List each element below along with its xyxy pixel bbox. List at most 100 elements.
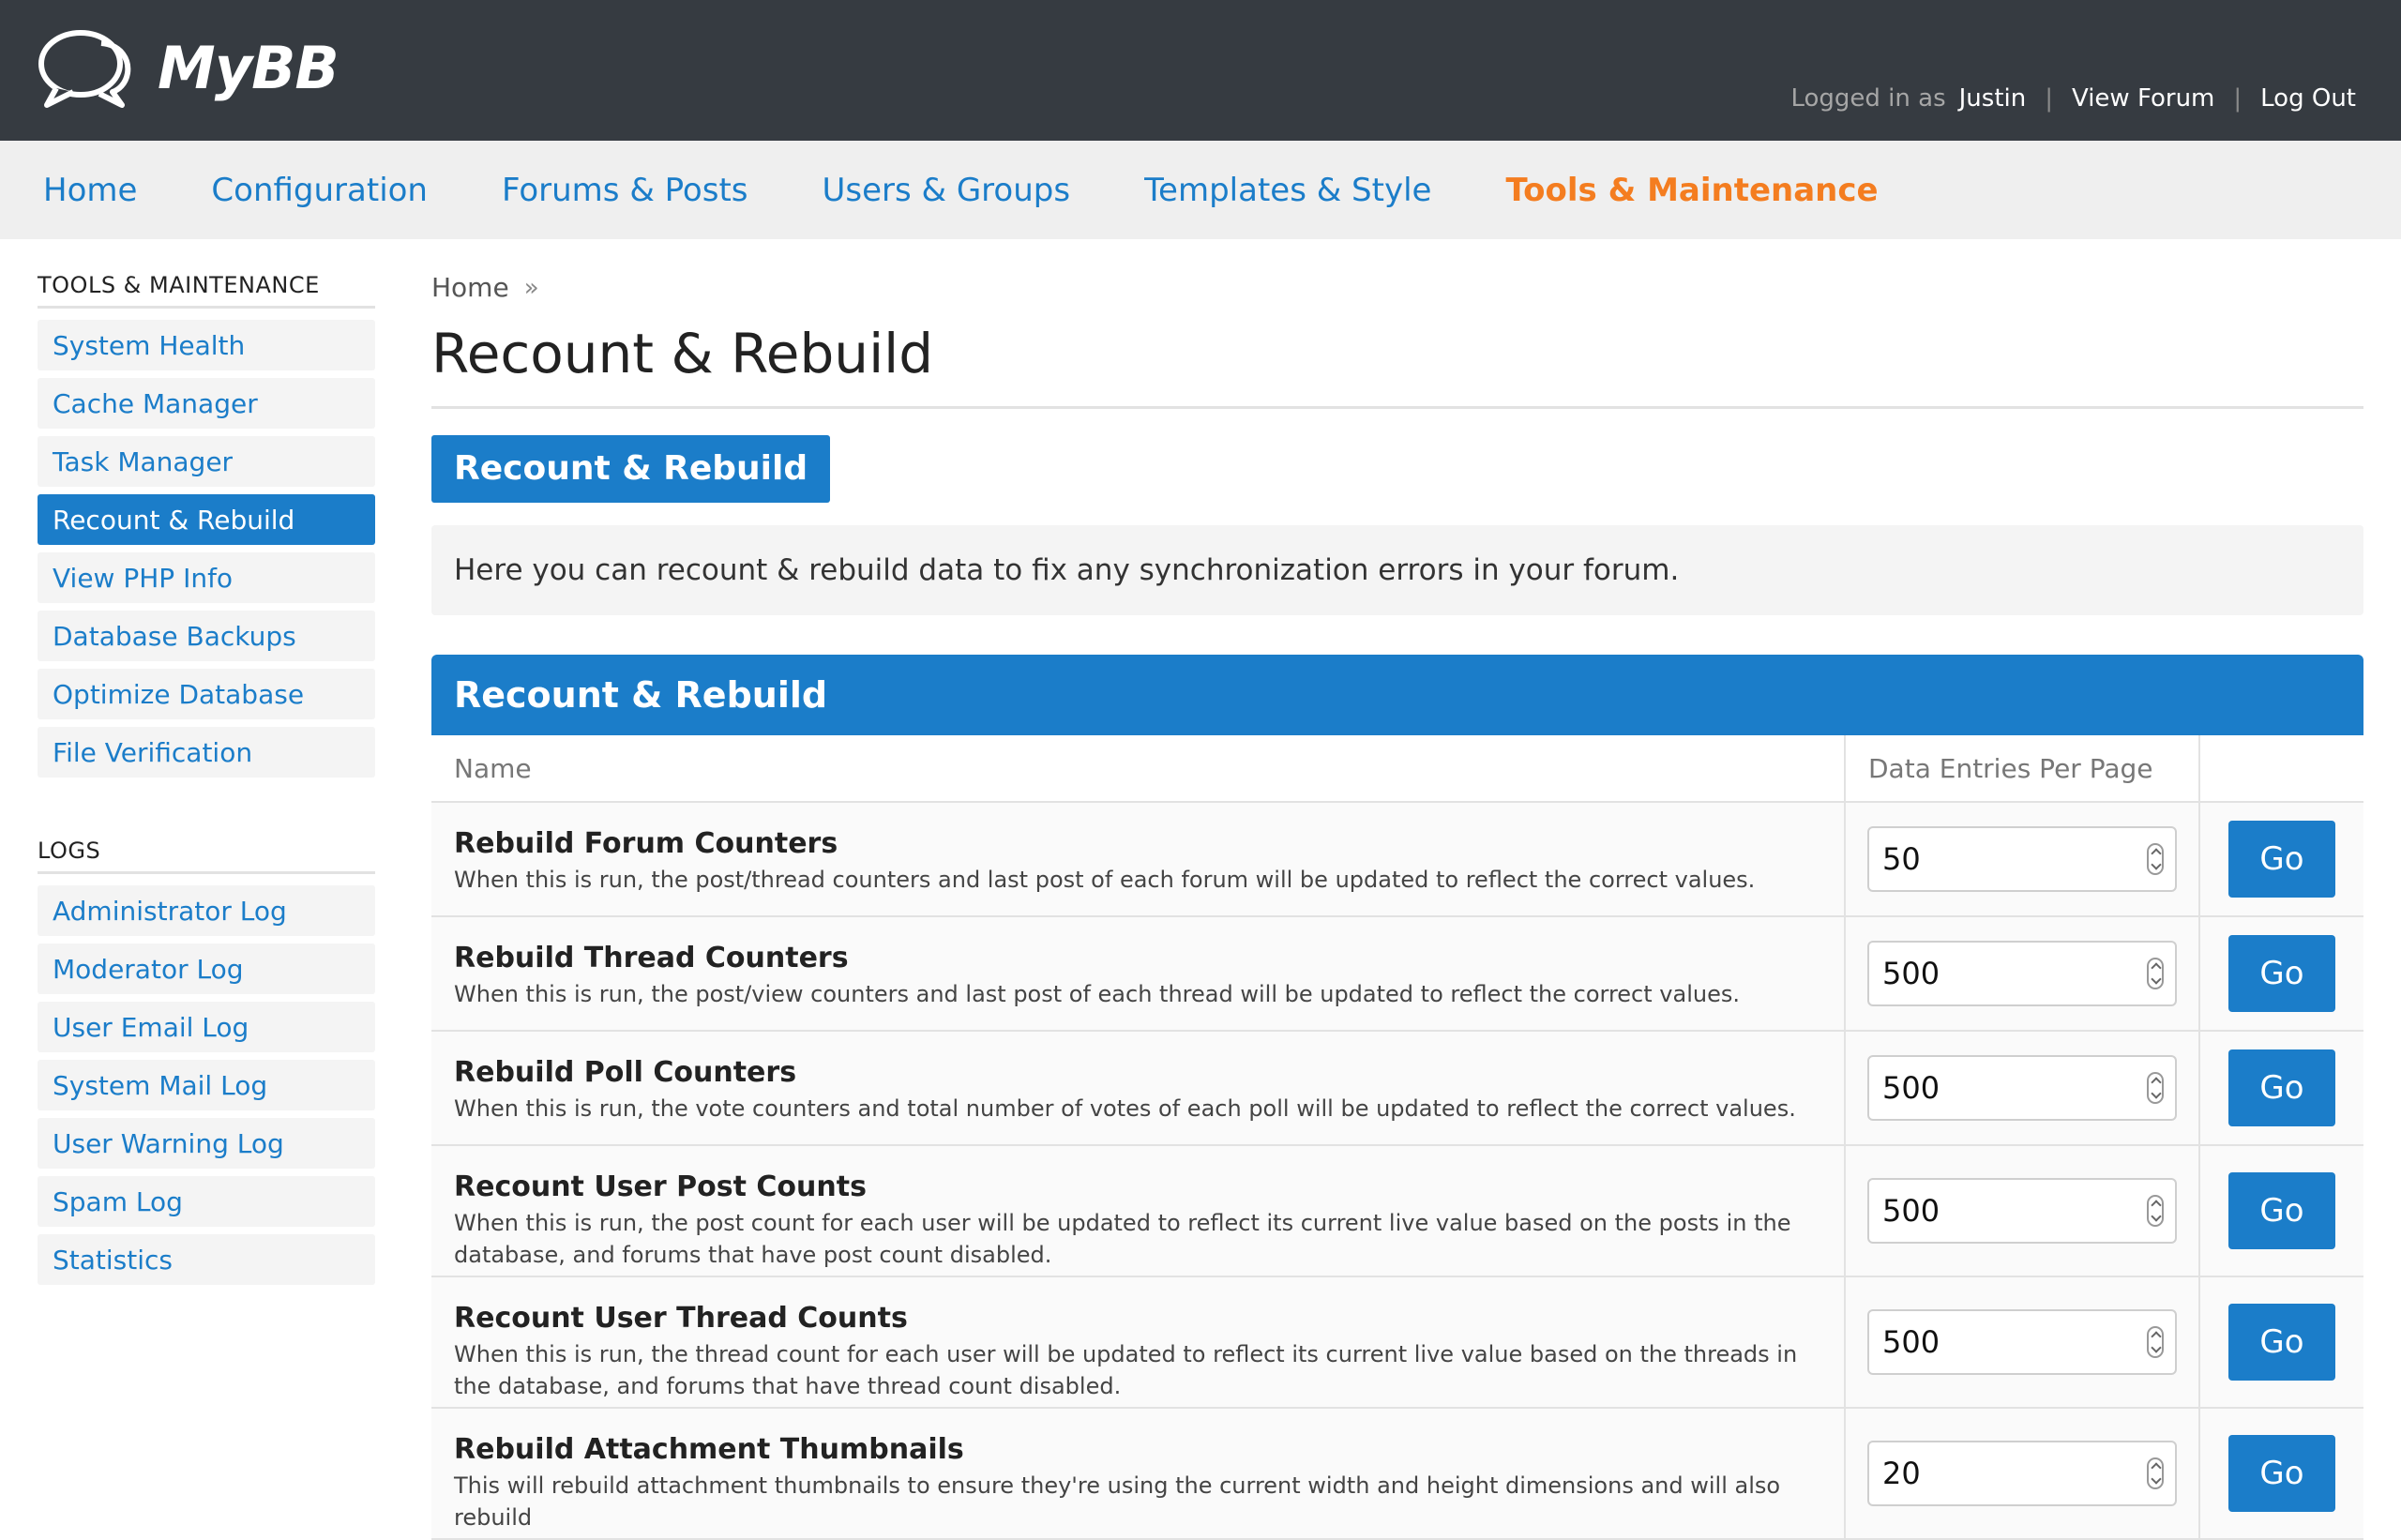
logged-in-label: Logged in as <box>1790 84 1946 113</box>
row-action-cell: Go <box>2198 917 2363 1030</box>
entries-value: 500 <box>1882 1193 1940 1229</box>
nav-forums-posts[interactable]: Forums & Posts <box>502 172 748 209</box>
sidebar-item-user-warning-log[interactable]: User Warning Log <box>38 1118 375 1169</box>
sidebar-item-file-verification[interactable]: File Verification <box>38 727 375 778</box>
entries-per-page-input[interactable]: 50 <box>1867 826 2177 892</box>
breadcrumb-home[interactable]: Home <box>431 272 509 303</box>
row-title: Rebuild Attachment Thumbnails <box>454 1433 964 1466</box>
row-title: Rebuild Poll Counters <box>454 1056 797 1089</box>
row-description: When this is run, the thread count for e… <box>454 1341 1798 1399</box>
sidebar-heading-logs: LOGS <box>38 838 375 874</box>
table-row: Recount User Post Counts When this is run… <box>431 1146 2363 1277</box>
log-out-link[interactable]: Log Out <box>2260 84 2356 113</box>
view-forum-link[interactable]: View Forum <box>2072 84 2214 113</box>
page-title: Recount & Rebuild <box>431 322 2363 409</box>
stepper-arrows-icon[interactable] <box>2147 1326 2164 1358</box>
row-name-cell: Recount User Thread Counts When this is r… <box>431 1277 1844 1407</box>
entries-value: 500 <box>1882 1324 1940 1360</box>
entries-value: 50 <box>1882 841 1921 877</box>
go-button[interactable]: Go <box>2228 821 2335 898</box>
sidebar-item-system-health[interactable]: System Health <box>38 320 375 370</box>
column-header-name: Name <box>454 752 532 784</box>
entries-per-page-input[interactable]: 20 <box>1867 1441 2177 1506</box>
sidebar-item-administrator-log[interactable]: Administrator Log <box>38 885 375 936</box>
tab-recount-rebuild[interactable]: Recount & Rebuild <box>431 435 831 503</box>
table-row: Rebuild Forum Counters When this is run, … <box>431 803 2363 917</box>
nav-home[interactable]: Home <box>43 172 137 209</box>
row-description: When this is run, the post/thread counte… <box>454 867 1756 893</box>
go-button[interactable]: Go <box>2228 935 2335 1012</box>
row-entries-cell: 500 <box>1844 917 2198 1030</box>
sidebar: TOOLS & MAINTENANCE System Health Cache … <box>38 272 375 1292</box>
intro-description: Here you can recount & rebuild data to f… <box>431 525 2363 615</box>
row-description: When this is run, the vote counters and … <box>454 1095 1796 1122</box>
brand-name: MyBB <box>158 33 340 102</box>
stepper-arrows-icon[interactable] <box>2147 1195 2164 1227</box>
row-name-cell: Rebuild Attachment Thumbnails This will r… <box>431 1409 1844 1538</box>
stepper-arrows-icon[interactable] <box>2147 1457 2164 1489</box>
sidebar-item-database-backups[interactable]: Database Backups <box>38 611 375 661</box>
row-description: This will rebuild attachment thumbnails … <box>454 1472 1781 1531</box>
stepper-arrows-icon[interactable] <box>2147 843 2164 875</box>
entries-value: 500 <box>1882 1070 1940 1106</box>
header-bar: MyBB Logged in as Justin | View Forum | … <box>0 0 2401 141</box>
row-entries-cell: 50 <box>1844 803 2198 915</box>
column-header-entries: Data Entries Per Page <box>1844 735 2198 801</box>
sidebar-item-recount-rebuild[interactable]: Recount & Rebuild <box>38 494 375 545</box>
entries-per-page-input[interactable]: 500 <box>1867 941 2177 1006</box>
row-entries-cell: 500 <box>1844 1146 2198 1276</box>
nav-tools-maintenance[interactable]: Tools & Maintenance <box>1505 172 1878 209</box>
go-button[interactable]: Go <box>2228 1172 2335 1249</box>
row-name-cell: Rebuild Thread Counters When this is run,… <box>431 917 1844 1030</box>
row-name-cell: Recount User Post Counts When this is run… <box>431 1146 1844 1276</box>
divider: | <box>2045 84 2053 113</box>
sidebar-item-user-email-log[interactable]: User Email Log <box>38 1002 375 1052</box>
go-button[interactable]: Go <box>2228 1049 2335 1126</box>
sidebar-item-task-manager[interactable]: Task Manager <box>38 436 375 487</box>
nav-templates-style[interactable]: Templates & Style <box>1144 172 1431 209</box>
row-action-cell: Go <box>2198 803 2363 915</box>
sidebar-item-optimize-database[interactable]: Optimize Database <box>38 669 375 719</box>
row-action-cell: Go <box>2198 1146 2363 1276</box>
nav-configuration[interactable]: Configuration <box>211 172 428 209</box>
entries-per-page-input[interactable]: 500 <box>1867 1055 2177 1121</box>
sidebar-heading-tools: TOOLS & MAINTENANCE <box>38 272 375 309</box>
main-content: Home » Recount & Rebuild Recount & Rebui… <box>431 272 2363 1540</box>
breadcrumb: Home » <box>431 272 2363 303</box>
divider: | <box>2233 84 2242 113</box>
sidebar-item-statistics[interactable]: Statistics <box>38 1234 375 1285</box>
mybb-logo[interactable]: MyBB <box>36 26 340 109</box>
go-button[interactable]: Go <box>2228 1304 2335 1381</box>
row-entries-cell: 20 <box>1844 1409 2198 1538</box>
user-links: Logged in as Justin | View Forum | Log O… <box>1790 84 2356 113</box>
entries-per-page-input[interactable]: 500 <box>1867 1309 2177 1375</box>
nav-users-groups[interactable]: Users & Groups <box>823 172 1071 209</box>
row-title: Recount User Post Counts <box>454 1170 867 1203</box>
sidebar-item-view-php-info[interactable]: View PHP Info <box>38 552 375 603</box>
table-row: Rebuild Poll Counters When this is run, t… <box>431 1032 2363 1146</box>
row-title: Rebuild Forum Counters <box>454 827 838 860</box>
row-entries-cell: 500 <box>1844 1277 2198 1407</box>
speech-bubble-logo-icon <box>38 30 131 108</box>
entries-per-page-input[interactable]: 500 <box>1867 1178 2177 1244</box>
sidebar-item-moderator-log[interactable]: Moderator Log <box>38 944 375 994</box>
table-row: Rebuild Thread Counters When this is run,… <box>431 917 2363 1032</box>
entries-value: 20 <box>1882 1456 1921 1491</box>
row-name-cell: Rebuild Forum Counters When this is run, … <box>431 803 1844 915</box>
sidebar-item-spam-log[interactable]: Spam Log <box>38 1176 375 1227</box>
stepper-arrows-icon[interactable] <box>2147 958 2164 989</box>
stepper-arrows-icon[interactable] <box>2147 1072 2164 1104</box>
row-name-cell: Rebuild Poll Counters When this is run, t… <box>431 1032 1844 1144</box>
username-link[interactable]: Justin <box>1959 84 2027 113</box>
row-title: Recount User Thread Counts <box>454 1302 908 1335</box>
sidebar-item-system-mail-log[interactable]: System Mail Log <box>38 1060 375 1110</box>
row-title: Rebuild Thread Counters <box>454 942 849 974</box>
row-description: When this is run, the post/view counters… <box>454 981 1740 1007</box>
row-description: When this is run, the post count for eac… <box>454 1210 1791 1268</box>
table-row: Recount User Thread Counts When this is r… <box>431 1277 2363 1409</box>
row-action-cell: Go <box>2198 1277 2363 1407</box>
breadcrumb-separator: » <box>523 273 539 302</box>
main-navigation: Home Configuration Forums & Posts Users … <box>0 141 2401 239</box>
sidebar-item-cache-manager[interactable]: Cache Manager <box>38 378 375 429</box>
recount-rebuild-table: Recount & Rebuild Name Data Entries Per … <box>431 655 2363 1540</box>
